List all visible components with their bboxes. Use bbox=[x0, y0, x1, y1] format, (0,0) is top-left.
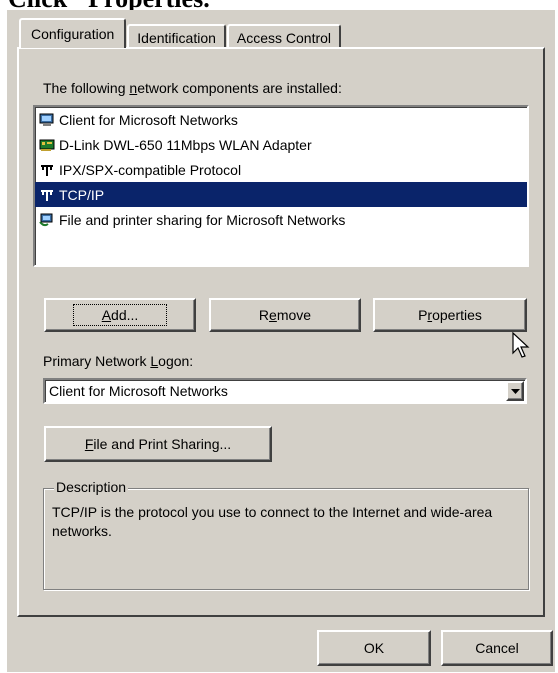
description-group: Description TCP/IP is the protocol you u… bbox=[43, 479, 529, 590]
list-item[interactable]: Client for Microsoft Networks bbox=[35, 107, 527, 132]
remove-button[interactable]: Re move bbox=[209, 298, 361, 332]
mouse-cursor-icon bbox=[512, 332, 530, 358]
protocol-icon bbox=[39, 163, 55, 177]
list-item[interactable]: TCP/IP bbox=[35, 182, 527, 207]
network-client-icon bbox=[39, 113, 55, 127]
properties-button[interactable]: Pr operties bbox=[373, 298, 527, 332]
ok-button[interactable]: OK bbox=[317, 630, 431, 666]
network-adapter-icon bbox=[39, 138, 55, 152]
protocol-icon bbox=[39, 188, 55, 202]
chevron-down-icon[interactable] bbox=[506, 381, 524, 401]
network-properties-dialog: Configuration Identification Access Cont… bbox=[7, 10, 555, 672]
tab-access-control[interactable]: Access Control bbox=[226, 24, 342, 48]
list-item[interactable]: D-Link DWL-650 11Mbps WLAN Adapter bbox=[35, 132, 527, 157]
description-text: TCP/IP is the protocol you use to connec… bbox=[52, 504, 493, 539]
cancel-button[interactable]: Cancel bbox=[441, 630, 553, 666]
tab-configuration[interactable]: Configuration bbox=[19, 18, 127, 48]
instruction-heading: Click "Properties." bbox=[8, 0, 408, 10]
file-print-sharing-button[interactable]: File and Print Sharing... bbox=[44, 426, 272, 462]
logon-label: Primary Network Logon: bbox=[43, 353, 194, 369]
description-title: Description bbox=[54, 479, 129, 495]
list-item[interactable]: IPX/SPX-compatible Protocol bbox=[35, 157, 527, 182]
add-button[interactable]: Add... bbox=[44, 298, 196, 332]
tab-strip: Configuration Identification Access Cont… bbox=[19, 18, 342, 48]
list-item[interactable]: File and printer sharing for Microsoft N… bbox=[35, 207, 527, 232]
logon-select[interactable]: Client for Microsoft Networks bbox=[43, 378, 527, 404]
tab-identification[interactable]: Identification bbox=[127, 24, 226, 48]
components-list[interactable]: Client for Microsoft Networks D-Link DWL… bbox=[33, 105, 529, 267]
file-sharing-icon bbox=[39, 213, 55, 227]
components-label: The following network components are ins… bbox=[43, 80, 342, 96]
